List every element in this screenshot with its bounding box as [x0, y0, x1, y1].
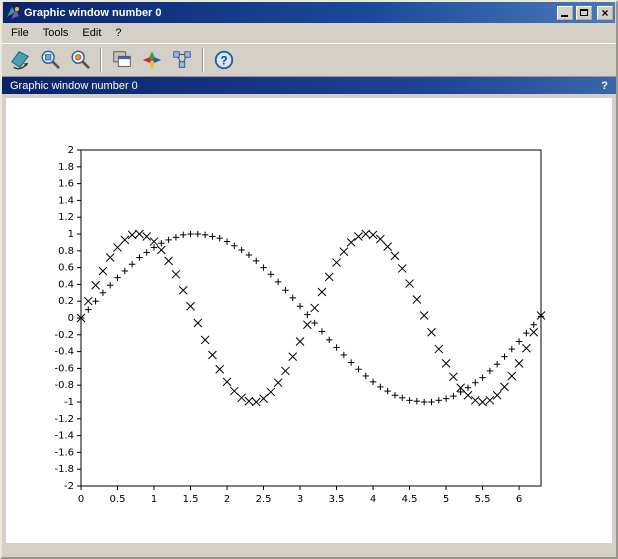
info-bar-label: Graphic window number 0 — [10, 80, 601, 92]
x-tick-label: 5.5 — [475, 494, 491, 505]
ged-button[interactable] — [108, 46, 136, 74]
x-tick-label: 1.5 — [183, 494, 199, 505]
y-tick-label: -0.6 — [54, 363, 74, 374]
y-tick-label: 1.8 — [58, 162, 74, 173]
initial-view-icon — [69, 49, 91, 71]
graphic-window: Graphic window number 0 × File Tools Edi… — [0, 0, 618, 559]
axes-box — [81, 150, 541, 486]
toolbar: ? — [2, 43, 616, 77]
rotate-button[interactable] — [6, 46, 34, 74]
y-tick-label: 1.2 — [58, 212, 74, 223]
window-title: Graphic window number 0 — [24, 7, 554, 19]
ged-icon — [111, 49, 133, 71]
y-tick-label: -0.8 — [54, 380, 74, 391]
x-tick-label: 6 — [516, 494, 522, 505]
initial-view-button[interactable] — [66, 46, 94, 74]
maximize-button[interactable] — [576, 6, 592, 20]
x-tick-label: 1 — [151, 494, 157, 505]
y-tick-label: -1.8 — [54, 464, 74, 475]
x-tick-label: 0 — [78, 494, 84, 505]
app-icon — [5, 5, 21, 21]
x-tick-label: 5 — [443, 494, 449, 505]
menu-bar: File Tools Edit ? — [2, 23, 616, 43]
y-tick-label: 0 — [68, 313, 74, 324]
x-tick-label: 2 — [224, 494, 230, 505]
graph-edit-icon — [171, 49, 193, 71]
toolbar-separator — [100, 48, 102, 72]
help-button[interactable]: ? — [210, 46, 238, 74]
y-tick-label: -1.2 — [54, 414, 74, 425]
y-tick-label: 0.6 — [58, 263, 74, 274]
y-tick-label: -0.2 — [54, 330, 74, 341]
close-icon: × — [601, 8, 608, 18]
y-tick-label: 0.2 — [58, 296, 74, 307]
x-tick-label: 0.5 — [110, 494, 126, 505]
info-bar-help-icon[interactable]: ? — [601, 80, 608, 92]
close-button[interactable]: × — [597, 6, 613, 20]
figure-canvas: 0 0.5 1 1.5 2 2.5 3 3.5 4 4.5 5 5.5 6 2 1.8 1.6 1.4 1.2 1 0… — [6, 98, 612, 543]
y-tick-label: -1.4 — [54, 431, 74, 442]
y-tick-label: 0.4 — [58, 279, 74, 290]
y-tick-label: 2 — [68, 145, 74, 156]
graph-edit-button[interactable] — [168, 46, 196, 74]
y-tick-label: -1 — [64, 397, 74, 408]
help-icon: ? — [213, 49, 235, 71]
plot: 0 0.5 1 1.5 2 2.5 3 3.5 4 4.5 5 5.5 6 2 1.8 1.6 1.4 1.2 1 0… — [6, 98, 612, 543]
x-tick-label: 2.5 — [256, 494, 272, 505]
svg-text:?: ? — [220, 54, 227, 68]
x-tick-label: 3.5 — [329, 494, 345, 505]
y-tick-label: -2 — [64, 481, 74, 492]
x-tick-label: 4 — [370, 494, 376, 505]
info-bar: Graphic window number 0 ? — [2, 77, 616, 94]
y-tick-label: -1.6 — [54, 447, 74, 458]
x-tick-label: 3 — [297, 494, 303, 505]
figure-area: 0 0.5 1 1.5 2 2.5 3 3.5 4 4.5 5 5.5 6 2 1.8 1.6 1.4 1.2 1 0… — [2, 94, 616, 557]
y-tick-label: -0.4 — [54, 347, 74, 358]
y-tick-label: 1 — [68, 229, 74, 240]
y-tick-label: 1.6 — [58, 179, 74, 190]
minimize-icon — [561, 15, 568, 17]
series-sin-x- — [78, 231, 544, 405]
title-bar[interactable]: Graphic window number 0 × — [3, 2, 615, 23]
toolbar-separator — [202, 48, 204, 72]
properties-icon — [141, 49, 163, 71]
y-tick-label: 0.8 — [58, 246, 74, 257]
menu-file[interactable]: File — [4, 24, 36, 42]
menu-edit[interactable]: Edit — [75, 24, 108, 42]
zoom-area-button[interactable] — [36, 46, 64, 74]
menu-tools[interactable]: Tools — [36, 24, 76, 42]
menu-help[interactable]: ? — [108, 24, 128, 42]
x-tick-label: 4.5 — [402, 494, 418, 505]
minimize-button[interactable] — [557, 6, 573, 20]
maximize-icon — [580, 9, 588, 16]
properties-button[interactable] — [138, 46, 166, 74]
y-tick-label: 1.4 — [58, 195, 74, 206]
zoom-area-icon — [39, 49, 61, 71]
rotate-icon — [9, 49, 31, 71]
